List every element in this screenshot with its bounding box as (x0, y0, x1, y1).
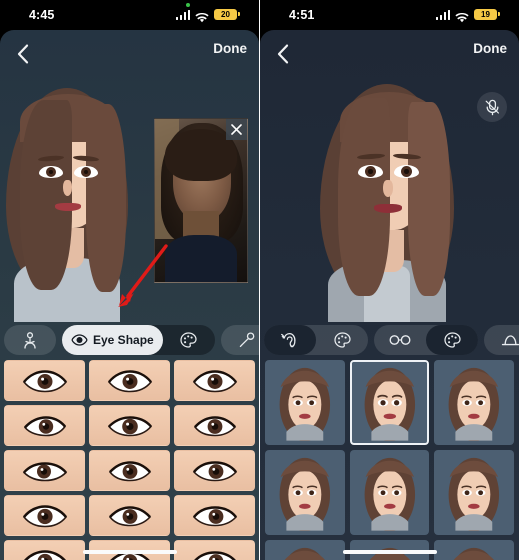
eye-swatch[interactable] (4, 495, 85, 536)
eye-swatch[interactable] (4, 360, 85, 401)
toolbar-item-glasses[interactable] (374, 325, 426, 355)
battery-level: 19 (481, 9, 490, 19)
status-time: 4:45 (29, 8, 55, 22)
color-palette-icon (180, 332, 197, 348)
cellular-bars-icon (435, 9, 450, 20)
eye-shape-grid[interactable] (0, 360, 259, 560)
glasses-icon (389, 335, 411, 345)
eye-swatch[interactable] (174, 405, 255, 446)
avatar-thumbnail[interactable] (434, 540, 515, 560)
chevron-left-icon (277, 44, 289, 64)
avatar-grid-row (260, 450, 519, 540)
toolbar-item-eye-shape-label: Eye Shape (93, 333, 154, 347)
face-tracking-mic-button[interactable] (477, 92, 507, 122)
app-content-left: Done Eye Shape (0, 30, 259, 560)
nav-bar-left: Done (0, 30, 259, 78)
eye-icon (71, 334, 88, 346)
battery-icon: 20 (214, 8, 240, 21)
done-button[interactable]: Done (473, 41, 507, 56)
avatar-thumbnail[interactable] (265, 360, 345, 445)
avatar-thumbnail[interactable] (265, 450, 345, 535)
eye-swatch[interactable] (89, 495, 170, 536)
front-camera-preview[interactable] (154, 118, 248, 283)
toolbar-item-eye-shape[interactable]: Eye Shape (62, 325, 163, 355)
avatar-thumbnail[interactable] (265, 540, 345, 560)
avatar-grid-row (260, 360, 519, 450)
eyebrow-brush-icon (239, 331, 255, 347)
status-time: 4:51 (289, 8, 315, 22)
headwear-icon (501, 335, 519, 346)
screen-eye-shape-editor: 4:45 20 Done Eye Shape (0, 0, 259, 560)
toolbar-item-body[interactable] (4, 325, 56, 355)
editor-toolbar-right (260, 322, 519, 358)
eye-grid-row (0, 495, 259, 540)
eye-swatch[interactable] (4, 450, 85, 491)
eye-swatch[interactable] (4, 405, 85, 446)
toolbar-group-eye: Eye Shape (62, 325, 215, 355)
eye-swatch[interactable] (89, 450, 170, 491)
toolbar-group-ears (264, 325, 368, 355)
chevron-left-icon (17, 44, 29, 64)
eye-swatch[interactable] (89, 360, 170, 401)
avatar-thumbnail-grid[interactable] (260, 360, 519, 560)
nav-bar-right: Done (260, 30, 519, 78)
toolbar-item-headwear[interactable] (484, 325, 519, 355)
toolbar-group-glasses (374, 325, 478, 355)
wifi-icon (455, 10, 469, 22)
eye-swatch[interactable] (4, 540, 85, 560)
eye-swatch[interactable] (174, 360, 255, 401)
color-palette-icon (333, 332, 351, 348)
cellular-bars-icon (175, 9, 190, 20)
panel-divider (259, 0, 260, 560)
avatar-thumbnail-selected[interactable] (349, 360, 430, 445)
toolbar-group-body (4, 325, 56, 355)
ear-icon (281, 332, 296, 348)
battery-level: 20 (221, 9, 230, 19)
toolbar-item-glasses-color[interactable] (426, 325, 478, 355)
eye-grid-row (0, 450, 259, 495)
editor-toolbar-left: Eye Shape (0, 322, 259, 358)
color-palette-icon (443, 332, 461, 348)
body-figure-icon (24, 331, 36, 349)
battery-icon: 19 (474, 8, 500, 21)
toolbar-item-eye-color[interactable] (163, 325, 215, 355)
wifi-icon (195, 10, 209, 22)
close-x-icon (231, 124, 242, 135)
toolbar-group-eyebrow (220, 325, 259, 355)
status-bar: 4:51 19 (260, 0, 519, 30)
pip-shirt (165, 235, 237, 282)
done-button[interactable]: Done (213, 41, 247, 56)
close-camera-button[interactable] (226, 119, 247, 140)
toolbar-item-eyebrows[interactable] (221, 325, 259, 355)
back-button[interactable] (9, 40, 37, 68)
face-tracking-mic-icon (485, 99, 499, 115)
eye-swatch[interactable] (174, 540, 255, 560)
toolbar-item-ears[interactable] (264, 325, 316, 355)
avatar-thumbnail[interactable] (434, 450, 515, 535)
home-indicator (342, 550, 437, 554)
recording-indicator-dot (186, 3, 190, 7)
home-indicator (82, 550, 177, 554)
back-button[interactable] (269, 40, 297, 68)
status-bar: 4:45 20 (0, 0, 259, 30)
screen-avatar-style-picker: 4:51 19 Done (260, 0, 519, 560)
toolbar-group-headwear (484, 325, 519, 355)
app-content-right: Done (260, 30, 519, 560)
toolbar-item-ear-color[interactable] (316, 325, 368, 355)
eye-swatch[interactable] (89, 405, 170, 446)
avatar-thumbnail[interactable] (434, 360, 515, 445)
eye-swatch[interactable] (174, 450, 255, 491)
screenshot-canvas: 4:45 20 Done Eye Shape 4:51 19 Done (0, 0, 519, 560)
avatar-thumbnail[interactable] (349, 450, 430, 535)
eye-grid-row (0, 405, 259, 450)
eye-swatch[interactable] (174, 495, 255, 536)
eye-grid-row (0, 360, 259, 405)
